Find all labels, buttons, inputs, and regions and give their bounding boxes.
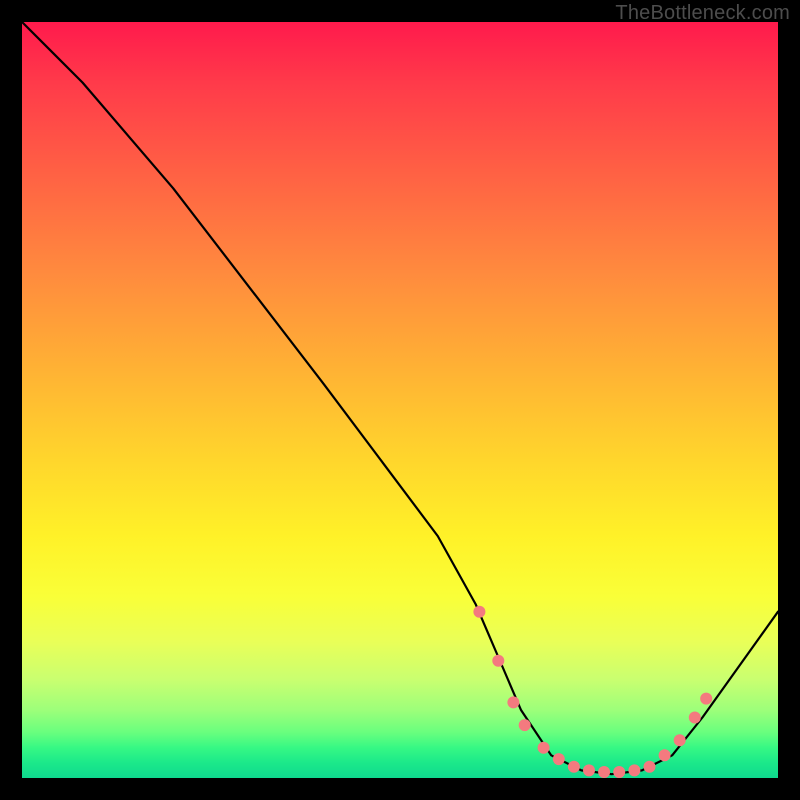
marker-dot <box>659 749 671 761</box>
chart-svg <box>22 22 778 778</box>
watermark-text: TheBottleneck.com <box>615 2 790 25</box>
marker-dots <box>473 606 712 778</box>
marker-dot <box>553 753 565 765</box>
marker-dot <box>583 764 595 776</box>
chart-frame: TheBottleneck.com <box>0 0 800 800</box>
marker-dot <box>613 766 625 778</box>
marker-dot <box>473 606 485 618</box>
marker-dot <box>700 693 712 705</box>
line-series <box>22 22 778 774</box>
marker-dot <box>598 766 610 778</box>
marker-dot <box>674 734 686 746</box>
marker-dot <box>628 764 640 776</box>
curve-line <box>22 22 778 774</box>
marker-dot <box>507 696 519 708</box>
marker-dot <box>519 719 531 731</box>
marker-dot <box>492 655 504 667</box>
marker-dot <box>644 761 656 773</box>
marker-dot <box>538 742 550 754</box>
plot-area <box>22 22 778 778</box>
marker-dot <box>689 712 701 724</box>
marker-dot <box>568 761 580 773</box>
